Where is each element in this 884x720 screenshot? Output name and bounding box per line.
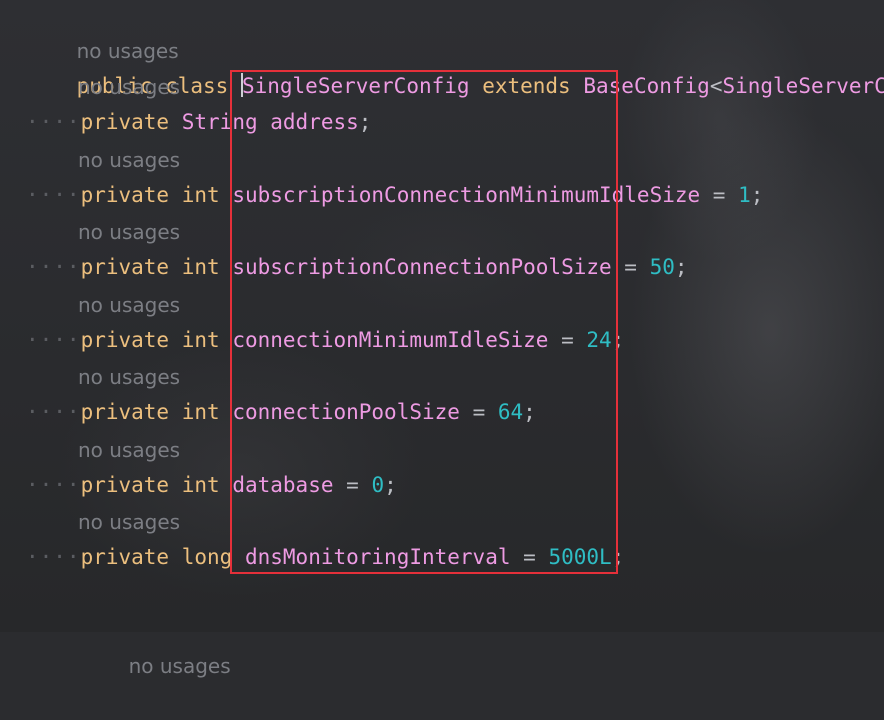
usages-hint-text[interactable]: no usages [129,654,231,678]
private-keyword: private [80,472,170,497]
inlay-hint-usages[interactable]: no usages [78,142,180,178]
inlay-hint-usages[interactable]: no usages [78,69,180,105]
indent-guide-dots: ···· [26,255,81,279]
field-name[interactable]: database [232,473,333,497]
semicolon: ; [384,472,397,497]
usages-hint-text[interactable]: no usages [78,220,180,244]
assign-operator: = [700,182,739,207]
field-type[interactable]: int [182,400,220,424]
inlay-hint-usages[interactable]: no usages [78,432,180,468]
field-name[interactable]: subscriptionConnectionPoolSize [232,255,611,279]
field-declaration-line[interactable]: ····private long dnsMonitoringInterval =… [26,539,624,575]
indent-guide-dots: ···· [26,110,81,134]
assign-operator: = [548,327,587,352]
indent-guide-dots: ···· [26,182,81,207]
field-declaration-line[interactable]: ····private int subscriptionConnectionMi… [26,177,763,213]
private-keyword: private [80,545,170,569]
field-declaration-line[interactable]: ····private int database = 0; [26,467,397,503]
code-editor[interactable]: no usages public class SingleServerConfi… [0,0,884,678]
usages-hint-text[interactable]: no usages [78,75,180,99]
indent-guide-dots: ···· [26,327,81,352]
field-default-value[interactable]: 5000L [548,545,611,569]
field-declaration-line[interactable]: ····private int connectionPoolSize = 64; [26,394,536,430]
field-declaration-line[interactable]: ····private String address; [26,104,371,140]
inlay-hint-usages[interactable]: no usages [78,504,180,540]
inlay-hint-usages[interactable]: no usages [78,287,180,323]
field-default-value[interactable]: 24 [586,328,611,352]
inlay-hint-usages[interactable]: no usages [78,359,180,395]
usages-hint-text[interactable]: no usages [78,365,180,389]
field-type[interactable]: int [182,328,220,352]
semicolon: ; [611,545,625,569]
usages-hint-text[interactable]: no usages [78,148,180,172]
inlay-hint-usages[interactable]: no usages [26,0,179,63]
class-declaration-line[interactable]: public class SingleServerConfig extends … [26,32,884,98]
field-name[interactable]: subscriptionConnectionMinimumIdleSize [232,183,700,207]
inlay-hint-usages[interactable]: no usages [78,612,231,678]
private-keyword: private [80,110,170,134]
semicolon: ; [611,327,625,352]
field-type[interactable]: int [182,183,220,207]
generic-type-argument[interactable]: SingleServerCon [722,74,884,98]
usages-hint-text[interactable]: no usages [78,438,180,462]
semicolon: ; [750,182,764,207]
private-keyword: private [80,400,170,424]
field-name[interactable]: connectionPoolSize [232,400,460,424]
assign-operator: = [459,400,498,424]
indent-guide-dots: ···· [26,400,81,424]
assign-operator: = [611,255,650,279]
field-default-value[interactable]: 0 [371,473,384,497]
field-default-value[interactable]: 50 [650,255,675,279]
generic-bracket: < [709,74,723,98]
field-declaration-line[interactable]: ····private int connectionMinimumIdleSiz… [26,322,624,358]
usages-hint-text[interactable]: no usages [78,510,180,534]
class-name[interactable]: SingleServerConfig [242,74,470,98]
field-declaration-line[interactable]: ····private int subscriptionConnectionPo… [26,249,688,285]
field-name[interactable]: connectionMinimumIdleSize [232,328,548,352]
field-type[interactable]: int [182,473,220,497]
private-keyword: private [80,255,170,279]
indent-guide-dots: ···· [26,545,81,569]
indent-guide-dots: ···· [26,472,81,497]
base-class-name[interactable]: BaseConfig [583,74,709,98]
field-default-value[interactable]: 1 [738,183,751,207]
field-type[interactable]: long [182,545,233,569]
inlay-hint-usages[interactable]: no usages [78,214,180,250]
semicolon: ; [523,400,536,424]
field-name[interactable]: dnsMonitoringInterval [245,545,511,569]
field-default-value[interactable]: 64 [498,400,523,424]
semicolon: ; [358,110,372,134]
extends-keyword: extends [482,74,571,98]
assign-operator: = [333,472,372,497]
field-type[interactable]: int [182,255,220,279]
field-name[interactable]: address [270,110,359,134]
assign-operator: = [510,545,549,569]
private-keyword: private [80,327,170,352]
semicolon: ; [674,255,688,279]
usages-hint-text[interactable]: no usages [78,293,180,317]
field-type[interactable]: String [182,110,258,134]
private-keyword: private [80,182,170,207]
